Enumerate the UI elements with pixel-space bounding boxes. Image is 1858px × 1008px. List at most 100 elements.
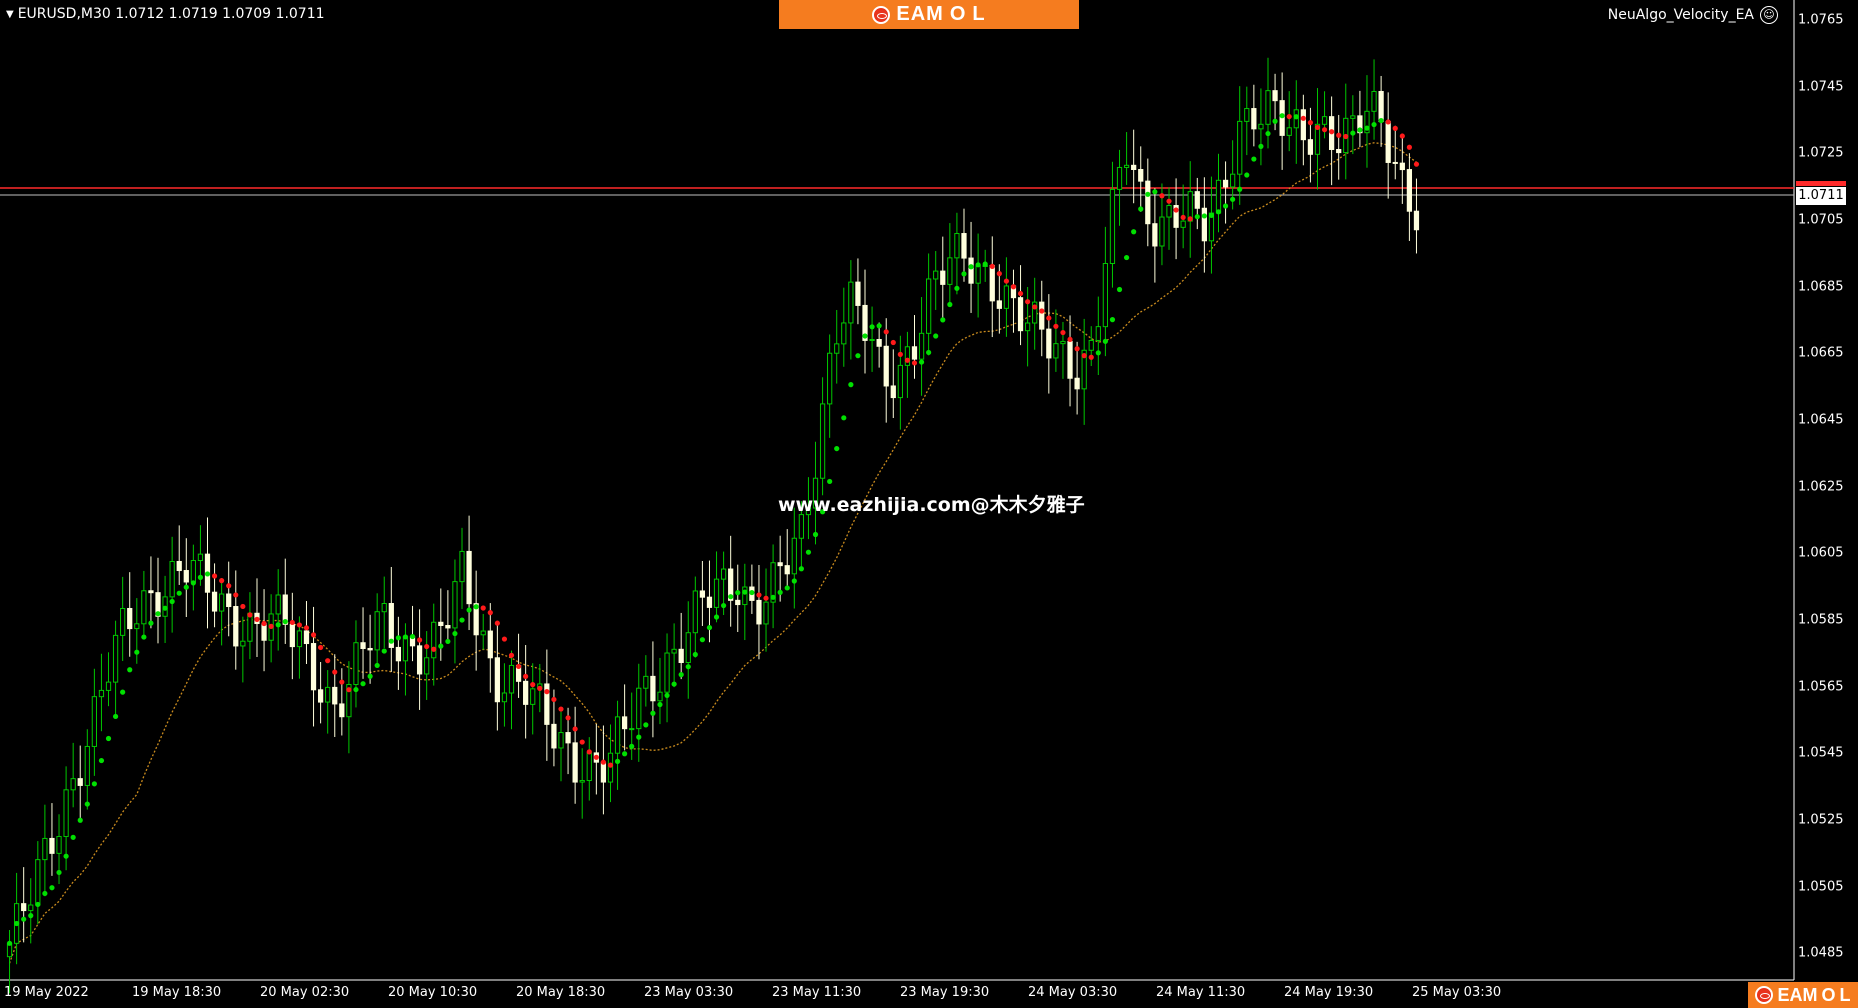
candle-body <box>791 537 797 575</box>
velocity-dot <box>240 603 246 610</box>
velocity-dot <box>1293 114 1299 120</box>
candle-body <box>35 859 41 906</box>
velocity-dot <box>805 549 812 555</box>
velocity-dot <box>226 583 232 589</box>
candle-body <box>275 594 281 615</box>
velocity-dot <box>395 635 401 641</box>
velocity-dot <box>268 623 274 629</box>
velocity-dot <box>438 643 444 649</box>
price-label: 1.0505 <box>1798 879 1844 895</box>
candle-body <box>402 636 409 662</box>
velocity-dot <box>431 646 437 652</box>
ask-price-tag <box>1796 181 1846 186</box>
velocity-dot <box>812 531 819 538</box>
velocity-dot <box>219 578 225 584</box>
velocity-dot <box>1010 284 1017 290</box>
candle-body <box>21 903 27 912</box>
collapse-arrow-icon[interactable]: ▼ <box>6 9 14 20</box>
candle-body <box>968 257 974 284</box>
velocity-dot <box>643 722 649 728</box>
time-axis[interactable]: 19 May 2022 19 May 18:30 20 May 02:30 20 Ma… <box>0 980 1794 1008</box>
velocity-dot <box>607 762 614 768</box>
velocity-dot <box>445 638 451 645</box>
velocity-dot <box>487 610 493 616</box>
velocity-dot <box>508 652 515 658</box>
brand-logo-icon <box>872 5 891 24</box>
velocity-dot <box>996 271 1002 277</box>
velocity-dot <box>1364 125 1370 131</box>
velocity-dot <box>77 817 83 823</box>
velocity-dot <box>678 672 684 678</box>
candle-body <box>1237 120 1243 175</box>
velocity-dot <box>70 834 76 840</box>
candle-body <box>148 590 154 594</box>
candle-body <box>1336 148 1342 154</box>
candle-body <box>1145 180 1151 225</box>
velocity-dot <box>1145 191 1151 197</box>
price-label: 1.0665 <box>1798 345 1844 361</box>
velocity-dot <box>1265 130 1271 137</box>
velocity-dot <box>862 333 868 339</box>
price-label: 1.0745 <box>1798 79 1844 95</box>
velocity-dot <box>692 651 698 658</box>
velocity-dot <box>169 598 175 605</box>
candle-body <box>296 630 303 648</box>
velocity-dot <box>1074 346 1080 352</box>
candle-body <box>1251 108 1257 130</box>
velocity-dot <box>841 415 847 421</box>
candle-body <box>353 642 359 686</box>
candle-body <box>869 339 875 342</box>
symbol-info-text: EURUSD,M30 1.0712 1.0719 1.0709 1.0711 <box>17 6 325 22</box>
brand-name-mid: O <box>949 3 967 25</box>
velocity-dot <box>1378 117 1384 124</box>
time-label: 24 May 11:30 <box>1156 985 1246 1000</box>
velocity-dot <box>1201 213 1207 219</box>
candle-body <box>317 689 324 703</box>
price-label: 1.0705 <box>1798 212 1844 228</box>
velocity-dot <box>49 885 55 891</box>
brand-banner-bottom: EAM O L <box>1748 982 1858 1008</box>
velocity-dot <box>289 619 295 626</box>
candles <box>6 57 1420 994</box>
candle-body <box>1074 377 1080 390</box>
velocity-dot <box>148 620 154 626</box>
candle-body <box>77 778 83 786</box>
velocity-dot <box>777 589 783 595</box>
candle-body <box>664 652 670 693</box>
candle-body <box>933 270 939 280</box>
candle-body <box>466 550 472 605</box>
velocity-dot <box>98 757 105 764</box>
velocity-dot <box>473 604 479 610</box>
candle-body <box>332 686 338 705</box>
velocity-dot <box>1371 121 1377 128</box>
smiley-icon[interactable]: ☺ <box>1760 6 1778 24</box>
velocity-dot <box>544 689 550 695</box>
velocity-dot <box>1357 127 1363 133</box>
velocity-dot <box>515 663 522 670</box>
velocity-dot <box>1208 212 1215 218</box>
current-price-tag: 1.0711 <box>1796 187 1846 205</box>
candle-body <box>1039 301 1045 330</box>
velocity-dot <box>664 692 670 699</box>
candle-body <box>1392 161 1398 164</box>
candle-body <box>197 553 204 562</box>
candle-body <box>1060 340 1066 345</box>
candle-body <box>954 233 960 259</box>
velocity-dot <box>1046 315 1052 321</box>
candle-body <box>445 624 451 629</box>
candle-body <box>501 692 508 703</box>
candle-body <box>112 634 119 683</box>
velocity-dot <box>105 735 112 742</box>
velocity-dot <box>35 901 41 908</box>
price-axis[interactable]: 1.0765 1.0745 1.0725 1.0705 1.0685 1.0665 1.06… <box>1794 0 1858 978</box>
velocity-dot <box>1109 317 1116 323</box>
velocity-dot <box>940 317 946 323</box>
velocity-dot <box>947 301 953 308</box>
candle-body <box>1088 339 1094 351</box>
candle-body <box>1286 127 1292 136</box>
velocity-dot <box>989 263 995 269</box>
candle-body <box>636 687 642 730</box>
velocity-dot <box>211 573 218 579</box>
velocity-dot <box>296 622 303 628</box>
velocity-dot <box>763 595 769 601</box>
